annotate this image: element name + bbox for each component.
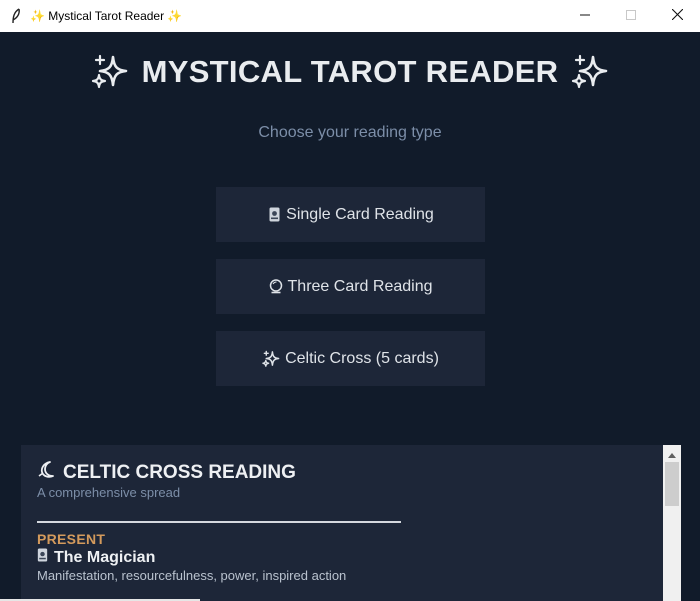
sparkles-icon: [90, 52, 130, 92]
celtic-cross-button[interactable]: Celtic Cross (5 cards): [216, 331, 485, 386]
page-subtitle: Choose your reading type: [258, 124, 442, 141]
crescent-moon-icon: [37, 460, 57, 485]
minimize-button[interactable]: [562, 0, 608, 32]
celtic-cross-label: Celtic Cross (5 cards): [285, 349, 439, 367]
app-content: MYSTICAL TAROT READER Choose your readin…: [0, 32, 700, 601]
card-name: The Magician: [54, 548, 156, 566]
window-title: ✨ Mystical Tarot Reader ✨: [30, 9, 183, 23]
card-meaning: Manifestation, resourcefulness, power, i…: [37, 568, 347, 583]
reading-title: CELTIC CROSS READING: [37, 460, 296, 485]
sparkles-icon: [262, 350, 280, 367]
divider: [37, 521, 401, 523]
reading-result-panel[interactable]: CELTIC CROSS READING A comprehensive spr…: [21, 445, 663, 601]
sparkles-icon: [570, 52, 610, 92]
card-name-row: The Magician: [37, 548, 155, 567]
single-card-reading-label: Single Card Reading: [286, 205, 434, 223]
three-card-reading-label: Three Card Reading: [287, 277, 433, 295]
close-button[interactable]: [654, 0, 700, 32]
feather-icon: [9, 7, 23, 25]
page-header: MYSTICAL TAROT READER: [0, 52, 700, 92]
window-titlebar: ✨ Mystical Tarot Reader ✨: [0, 0, 700, 32]
window-controls: [562, 0, 700, 32]
reading-scrollbar[interactable]: [663, 445, 681, 601]
scroll-up-button[interactable]: [663, 445, 681, 462]
close-icon: [671, 7, 683, 25]
single-card-reading-button[interactable]: Single Card Reading: [216, 187, 485, 242]
scroll-thumb[interactable]: [665, 462, 679, 506]
page-title: MYSTICAL TAROT READER: [141, 54, 559, 89]
chevron-up-icon: [668, 445, 676, 463]
reading-title-text: CELTIC CROSS READING: [63, 461, 296, 483]
reading-subtitle: A comprehensive spread: [37, 485, 181, 500]
position-label: PRESENT: [37, 531, 106, 547]
crystal-ball-icon: [269, 279, 283, 295]
maximize-button[interactable]: [608, 0, 654, 32]
maximize-icon: [626, 7, 636, 25]
minimize-icon: [580, 7, 590, 25]
three-card-reading-button[interactable]: Three Card Reading: [216, 259, 485, 314]
flower-card-icon: [37, 548, 48, 567]
flower-card-icon: [267, 207, 281, 223]
